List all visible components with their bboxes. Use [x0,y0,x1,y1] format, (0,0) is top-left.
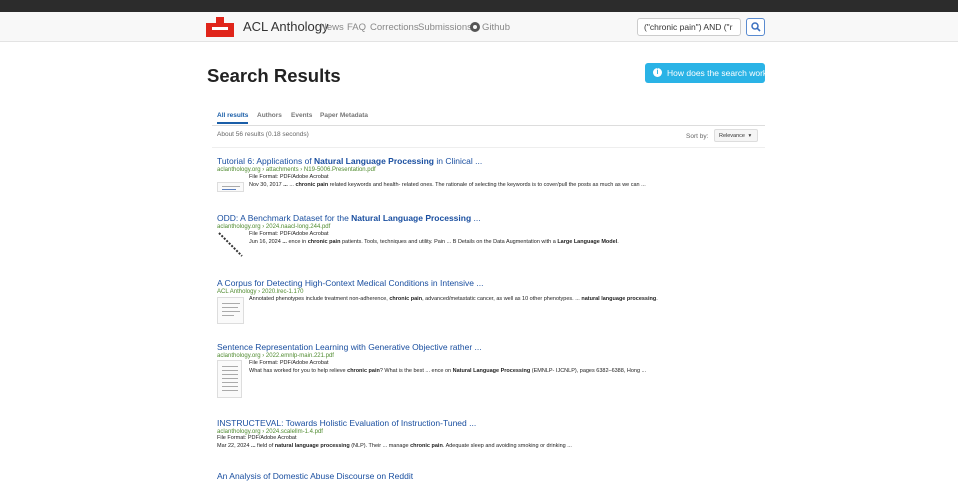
github-icon[interactable] [470,22,480,32]
result-thumbnail[interactable] [217,360,242,398]
result-url[interactable]: aclanthology.org › attachments › N19-500… [217,167,767,173]
tab-paper-metadata[interactable]: Paper Metadata [320,112,368,119]
acl-logo[interactable] [206,17,234,37]
result-title[interactable]: A Corpus for Detecting High-Context Medi… [217,278,767,288]
sort-label: Sort by: [686,133,709,140]
tab-all-results[interactable]: All results [217,112,249,124]
result-url[interactable]: aclanthology.org › 2022.emnlp-main.221.p… [217,353,767,359]
search-result: An Analysis of Domestic Abuse Discourse … [217,471,767,481]
search-result: ODD: A Benchmark Dataset for the Natural… [217,213,767,258]
tab-authors[interactable]: Authors [257,112,282,119]
file-format: File Format: PDF/Adobe Acrobat [249,231,329,237]
result-url[interactable]: aclanthology.org › 2024.naacl-long.244.p… [217,224,767,230]
window-top-bar [0,0,958,12]
result-thumbnail[interactable] [217,231,244,258]
sort-value: Relevance [719,133,745,139]
sort-dropdown[interactable]: Relevance ▾ [714,129,758,142]
search-result: INSTRUCTEVAL: Towards Holistic Evaluatio… [217,418,767,450]
search-help-label: How does the search work? [667,68,772,78]
nav-link-news[interactable]: News [320,22,344,33]
file-format: File Format: PDF/Adobe Acrobat [249,174,329,180]
result-snippet: Nov 30, 2017 ... ... chronic pain relate… [249,181,646,188]
search-input[interactable]: ("chronic pain") AND ("r [637,18,741,36]
nav-link-submissions[interactable]: Submissions [418,22,472,33]
nav-link-github[interactable]: Github [482,22,510,33]
result-title[interactable]: Tutorial 6: Applications of Natural Lang… [217,156,767,166]
nav-link-corrections[interactable]: Corrections [370,22,419,33]
search-help-button[interactable]: i How does the search work? [645,63,772,83]
result-snippet: Annotated phenotypes include treatment n… [249,296,658,302]
result-title[interactable]: An Analysis of Domestic Abuse Discourse … [217,471,767,481]
navbar: ACL Anthology News FAQ Corrections Submi… [0,12,958,42]
result-snippet: What has worked for you to help relieve … [249,367,647,374]
brand-name[interactable]: ACL Anthology [243,19,329,34]
result-snippet: Jun 16, 2024 ... ence in chronic pain pa… [249,238,619,245]
result-snippet: Mar 22, 2024 ... field of natural langua… [217,442,572,449]
result-url[interactable]: ACL Anthology › 2020.lrec-1.170 [217,289,767,295]
search-icon [751,22,761,32]
search-result: Sentence Representation Learning with Ge… [217,342,767,398]
chevron-down-icon: ▾ [748,133,752,139]
search-result: A Corpus for Detecting High-Context Medi… [217,278,767,324]
search-button[interactable] [746,18,765,36]
result-title[interactable]: ODD: A Benchmark Dataset for the Natural… [217,213,767,223]
result-count: About 56 results (0.18 seconds) [217,131,309,138]
page-title: Search Results [207,65,341,86]
result-title[interactable]: Sentence Representation Learning with Ge… [217,342,767,352]
result-title[interactable]: INSTRUCTEVAL: Towards Holistic Evaluatio… [217,418,767,428]
divider [212,147,765,148]
tab-events[interactable]: Events [291,112,312,119]
nav-link-faq[interactable]: FAQ [347,22,366,33]
info-icon: i [653,68,662,77]
result-thumbnail[interactable] [217,297,244,324]
search-result: Tutorial 6: Applications of Natural Lang… [217,156,767,192]
result-thumbnail[interactable] [217,182,244,192]
file-format: File Format: PDF/Adobe Acrobat [217,435,297,441]
result-tabs: All results Authors Events Paper Metadat… [212,112,765,126]
file-format: File Format: PDF/Adobe Acrobat [249,360,329,366]
